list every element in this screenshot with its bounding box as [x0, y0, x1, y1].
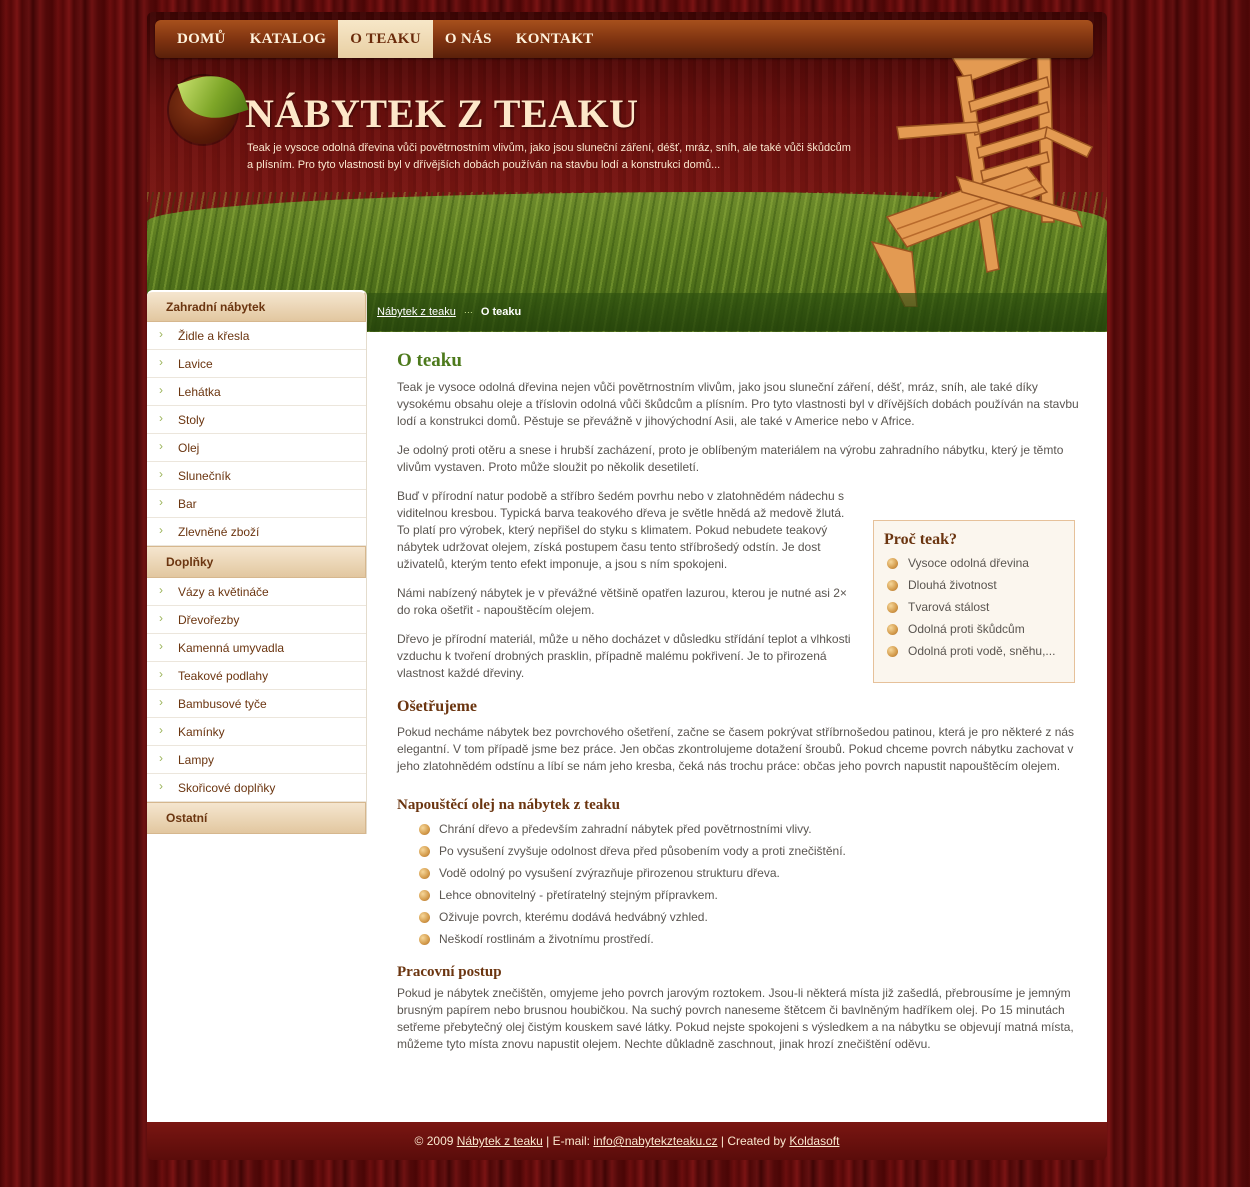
nav-about-teak[interactable]: O TEAKU [338, 20, 433, 58]
footer-created-label: | Created by [720, 1134, 787, 1148]
sidebar-item-discounted[interactable]: Zlevněné zboží [147, 518, 366, 546]
sidebar-item-cinnamon[interactable]: Skořicové doplňky [147, 774, 366, 802]
paragraph-procedure: Pokud je nábytek znečištěn, omyjeme jeho… [397, 986, 1074, 1051]
sidebar-heading-accessories[interactable]: Doplňky [147, 546, 366, 578]
nav-contact[interactable]: KONTAKT [504, 20, 606, 58]
paragraph-durability: Je odolný proti otěru a snese i hrubší z… [397, 443, 1064, 474]
sidebar: Zahradní nábytek Židle a křesla Lavice L… [147, 290, 367, 834]
main-navigation: DOMŮ KATALOG O TEAKU O NÁS KONTAKT [155, 20, 1093, 58]
why-item: Dlouhá životnost [887, 574, 1064, 596]
sidebar-item-benches[interactable]: Lavice [147, 350, 366, 378]
paragraph-intro: Teak je vysoce odolná dřevina nejen vůči… [397, 380, 1079, 428]
list-item: Po vysušení zvyšuje odolnost dřeva před … [419, 840, 1087, 862]
why-item: Vysoce odolná dřevina [887, 552, 1064, 574]
footer-creator-link[interactable]: Koldasoft [789, 1134, 839, 1148]
why-teak-box: Proč teak? Vysoce odolná dřevina Dlouhá … [873, 520, 1075, 683]
sidebar-item-teak-floors[interactable]: Teakové podlahy [147, 662, 366, 690]
main-content: O teaku Teak je vysoce odolná dřevina ne… [397, 350, 1087, 1065]
list-item: Neškodí rostlinám a životnímu prostředí. [419, 928, 1087, 950]
why-teak-title: Proč teak? [884, 531, 958, 548]
sidebar-item-chairs[interactable]: Židle a křesla [147, 322, 366, 350]
sidebar-item-loungers[interactable]: Lehátka [147, 378, 366, 406]
sidebar-item-oil[interactable]: Olej [147, 434, 366, 462]
sidebar-item-parasol[interactable]: Slunečník [147, 462, 366, 490]
heading-procedure: Pracovní postup [397, 964, 502, 980]
paragraph-appearance: Buď v přírodní natur podobě a stříbro še… [397, 489, 845, 571]
breadcrumb: Nábytek z teaku ⋯ O teaku [367, 293, 1107, 331]
sidebar-item-vases[interactable]: Vázy a květináče [147, 578, 366, 606]
why-item: Odolná proti vodě, sněhu,... [887, 640, 1064, 662]
list-item: Oživuje povrch, kterému dodává hedvábný … [419, 906, 1087, 928]
page-wrapper: DOMŮ KATALOG O TEAKU O NÁS KONTAKT NÁBYT… [147, 12, 1107, 1160]
sidebar-heading-other[interactable]: Ostatní [147, 802, 366, 834]
footer-email-label: | E-mail: [546, 1134, 590, 1148]
why-item: Odolná proti škůdcům [887, 618, 1064, 640]
site-title: NÁBYTEK Z TEAKU [245, 91, 639, 136]
nav-catalog[interactable]: KATALOG [238, 20, 339, 58]
list-item: Vodě odolný po vysušení zvýrazňuje přiro… [419, 862, 1087, 884]
paragraph-natural-material: Dřevo je přírodní materiál, může u něho … [397, 632, 851, 680]
footer-copyright: © 2009 [414, 1134, 454, 1148]
sidebar-item-tables[interactable]: Stoly [147, 406, 366, 434]
sidebar-item-bar[interactable]: Bar [147, 490, 366, 518]
breadcrumb-home-link[interactable]: Nábytek z teaku [377, 306, 456, 318]
list-item: Lehce obnovitelný - přetíratelný stejným… [419, 884, 1087, 906]
breadcrumb-current: O teaku [480, 306, 522, 318]
sidebar-item-woodcarvings[interactable]: Dřevořezby [147, 606, 366, 634]
sidebar-heading-garden-furniture[interactable]: Zahradní nábytek [147, 290, 366, 322]
oil-benefits-list: Chrání dřevo a především zahradní nábyte… [419, 818, 1087, 950]
page-title: O teaku [397, 350, 462, 371]
sidebar-item-pebbles[interactable]: Kamínky [147, 718, 366, 746]
footer: © 2009 Nábytek z teaku | E-mail: info@na… [147, 1122, 1107, 1160]
why-item: Tvarová stálost [887, 596, 1064, 618]
heading-oil: Napouštěcí olej na nábytek z teaku [397, 797, 620, 813]
sidebar-item-lamps[interactable]: Lampy [147, 746, 366, 774]
nav-home[interactable]: DOMŮ [165, 20, 238, 58]
main-area: Zahradní nábytek Židle a křesla Lavice L… [147, 290, 1107, 1122]
footer-site-link[interactable]: Nábytek z teaku [457, 1134, 543, 1148]
paragraph-care: Pokud necháme nábytek bez povrchového oš… [397, 725, 1075, 773]
heading-care: Ošetřujeme [397, 698, 477, 715]
list-item: Chrání dřevo a především zahradní nábyte… [419, 818, 1087, 840]
header-banner: DOMŮ KATALOG O TEAKU O NÁS KONTAKT NÁBYT… [147, 12, 1107, 332]
sidebar-item-bamboo-poles[interactable]: Bambusové tyče [147, 690, 366, 718]
sidebar-item-stone-sinks[interactable]: Kamenná umyvadla [147, 634, 366, 662]
site-description: Teak je vysoce odolná dřevina vůči povět… [247, 142, 851, 171]
footer-email-link[interactable]: info@nabytekzteaku.cz [593, 1134, 717, 1148]
breadcrumb-separator-icon: ⋯ [463, 306, 473, 317]
nav-about-us[interactable]: O NÁS [433, 20, 504, 58]
paragraph-lazure: Námi nabízený nábytek je v převážné větš… [397, 586, 847, 617]
